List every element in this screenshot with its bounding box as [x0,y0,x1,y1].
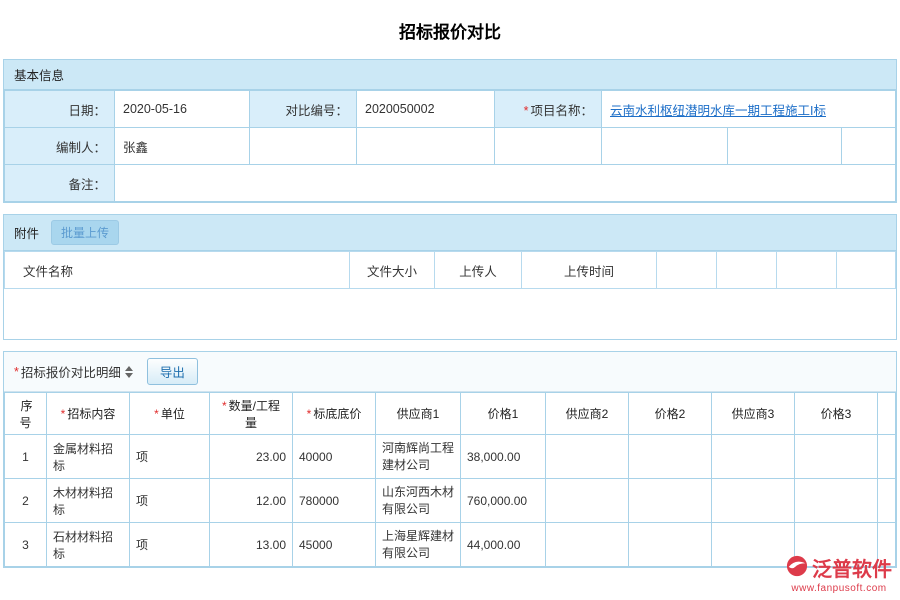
cell-qty: 13.00 [210,523,293,567]
cell-unit: 项 [130,523,210,567]
cell-seq: 2 [5,479,47,523]
details-panel: * 招标报价对比明细 导出 序号 *招标内容 *单位 *数量/工程量 *标底底价… [3,351,897,568]
empty-cell [842,128,896,165]
attach-col-filesize: 文件大小 [350,252,435,289]
attach-col-empty [717,252,777,289]
table-row: 3 石材材料招标 项 13.00 45000 上海星辉建材有限公司 44,000… [5,523,896,567]
cell-supplier2 [546,435,629,479]
cell-price1: 38,000.00 [461,435,546,479]
empty-cell [250,128,357,165]
cell-seq: 1 [5,435,47,479]
cell-qty: 23.00 [210,435,293,479]
empty-cell [357,128,495,165]
col-header-price2: 价格2 [629,393,712,435]
attach-col-uploader: 上传人 [435,252,522,289]
project-name-cell: 云南水利枢纽潜明水库一期工程施工I标 [602,91,896,128]
cell-content: 金属材料招标 [47,435,130,479]
cell-price3 [795,435,878,479]
attach-col-empty [837,252,896,289]
empty-cell [495,128,602,165]
cell-price1: 760,000.00 [461,479,546,523]
col-header-supplier1: 供应商1 [376,393,461,435]
cell-base-price: 780000 [293,479,376,523]
cell-supplier3 [712,479,795,523]
attach-col-empty [657,252,717,289]
col-header-base-price: *标底底价 [293,393,376,435]
remark-label: 备注： [5,165,115,202]
attachments-header: 附件 批量上传 [4,215,896,251]
required-asterisk: * [14,365,19,379]
project-name-label: *项目名称： [495,91,602,128]
export-button[interactable]: 导出 [147,358,198,385]
details-header: * 招标报价对比明细 导出 [4,352,896,392]
cell-price2 [629,479,712,523]
details-header-row: 序号 *招标内容 *单位 *数量/工程量 *标底底价 供应商1 价格1 供应商2… [5,393,896,435]
cell-qty: 12.00 [210,479,293,523]
cell-filler [878,479,896,523]
fanpu-watermark: 泛普软件 www.fanpusoft.com [786,553,892,594]
basic-info-table: 日期： 2020-05-16 对比编号： 2020050002 *项目名称： 云… [4,90,896,202]
empty-cell [728,128,842,165]
date-label: 日期： [5,91,115,128]
fanpu-website: www.fanpusoft.com [786,583,892,594]
col-header-qty: *数量/工程量 [210,393,293,435]
col-header-price1: 价格1 [461,393,546,435]
col-header-filler [878,393,896,435]
cell-content: 木材材料招标 [47,479,130,523]
col-header-price3: 价格3 [795,393,878,435]
cell-seq: 3 [5,523,47,567]
cell-unit: 项 [130,435,210,479]
cell-price1: 44,000.00 [461,523,546,567]
attach-col-uploadtime: 上传时间 [522,252,657,289]
attachments-table: 文件名称 文件大小 上传人 上传时间 [4,251,896,289]
attach-col-empty [777,252,837,289]
page-title: 招标报价对比 [0,0,900,59]
table-row: 1 金属材料招标 项 23.00 40000 河南辉尚工程建材公司 38,000… [5,435,896,479]
attachments-panel: 附件 批量上传 文件名称 文件大小 上传人 上传时间 [3,214,897,340]
batch-upload-button[interactable]: 批量上传 [51,220,119,245]
empty-cell [602,128,728,165]
cell-supplier1: 河南辉尚工程建材公司 [376,435,461,479]
cell-content: 石材材料招标 [47,523,130,567]
attachments-empty-body [4,289,896,339]
col-header-supplier3: 供应商3 [712,393,795,435]
cell-price2 [629,435,712,479]
date-value: 2020-05-16 [115,91,250,128]
cell-supplier1: 上海星辉建材有限公司 [376,523,461,567]
fanpu-brand-text: 泛普软件 [812,553,892,582]
cell-supplier1: 山东河西木材有限公司 [376,479,461,523]
col-header-seq: 序号 [5,393,47,435]
required-asterisk: * [524,104,529,118]
project-name-link[interactable]: 云南水利枢纽潜明水库一期工程施工I标 [610,104,826,118]
basic-info-panel: 基本信息 日期： 2020-05-16 对比编号： 2020050002 *项目… [3,59,897,203]
sort-icon[interactable] [125,366,133,378]
cell-unit: 项 [130,479,210,523]
cell-supplier2 [546,479,629,523]
cell-base-price: 45000 [293,523,376,567]
remark-value [115,165,896,202]
compare-no-label: 对比编号： [250,91,357,128]
details-section-title: 招标报价对比明细 [21,362,121,381]
cell-base-price: 40000 [293,435,376,479]
col-header-supplier2: 供应商2 [546,393,629,435]
fanpu-logo-icon [786,555,808,580]
details-table: 序号 *招标内容 *单位 *数量/工程量 *标底底价 供应商1 价格1 供应商2… [4,392,896,567]
compiler-value: 张鑫 [115,128,250,165]
cell-supplier3 [712,523,795,567]
col-header-content: *招标内容 [47,393,130,435]
cell-price3 [795,479,878,523]
cell-price2 [629,523,712,567]
table-row: 2 木材材料招标 项 12.00 780000 山东河西木材有限公司 760,0… [5,479,896,523]
compiler-label: 编制人： [5,128,115,165]
cell-supplier3 [712,435,795,479]
cell-supplier2 [546,523,629,567]
cell-filler [878,435,896,479]
page: 招标报价对比 基本信息 日期： 2020-05-16 对比编号： 2020050… [0,0,900,600]
attachments-section-title: 附件 [14,223,39,242]
basic-info-section-title: 基本信息 [4,60,896,90]
attach-col-filename: 文件名称 [5,252,350,289]
compare-no-value: 2020050002 [357,91,495,128]
col-header-unit: *单位 [130,393,210,435]
